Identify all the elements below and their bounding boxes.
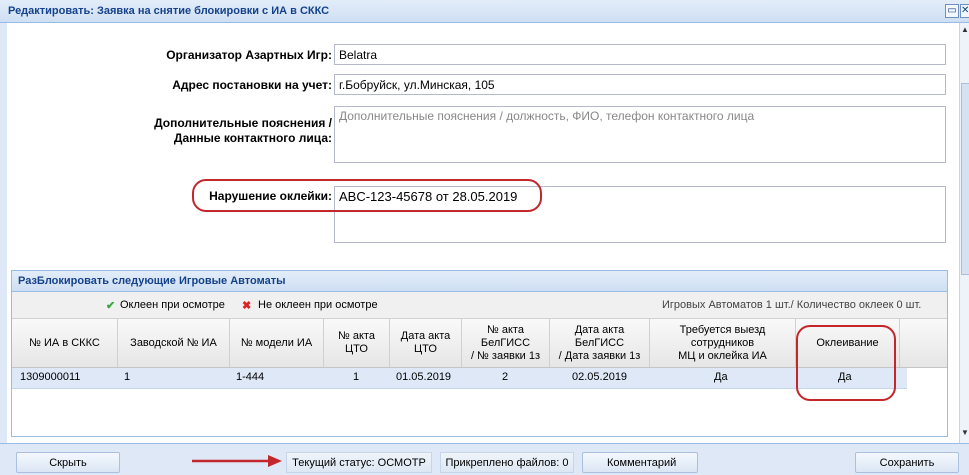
machines-panel: РазБлокировать следующие Игровые Автомат… [11,270,948,437]
col-header-cto-date[interactable]: Дата акта ЦТО [390,319,462,367]
scroll-thumb[interactable] [961,83,969,275]
scroll-down-icon[interactable]: ▼ [961,428,969,437]
col-header-visit-required[interactable]: Требуется выезд сотрудников МЦ и оклейка И… [650,319,796,367]
address-label: Адрес постановки на учет: [172,78,332,92]
highlight-oval-sealing [796,325,896,401]
organizer-label: Организатор Азартных Игр: [166,48,332,62]
legend-not-ok: Не оклеен при осмотре [258,299,378,311]
panel-summary: Игровых Автоматов 1 шт./ Количество окле… [662,299,922,311]
address-input[interactable] [334,74,946,95]
arrow-icon [192,455,282,467]
col-header-cto-act[interactable]: № акта ЦТО [324,319,390,367]
window-title: Редактировать: Заявка на снятие блокиров… [8,5,330,17]
col-header-factory-number[interactable]: Заводской № ИА [118,319,230,367]
vertical-scrollbar[interactable]: ▲ ▼ [959,23,969,443]
col-header-ia-skks[interactable]: № ИА в СККС [12,319,118,367]
table-row[interactable]: 1309000011 1 1-444 1 01.05.2019 2 02.05.… [12,368,907,389]
bottom-toolbar: Скрыть Текущий статус: ОСМОТР Прикреплен… [0,443,969,475]
attached-files-count: Прикреплено файлов: 0 [440,452,574,473]
organizer-input[interactable] [334,44,946,65]
window-titlebar: Редактировать: Заявка на снятие блокиров… [0,0,969,23]
hide-button[interactable]: Скрыть [16,452,120,473]
status-text: Текущий статус: ОСМОТР [286,452,432,473]
legend-ok: Оклеен при осмотре [120,299,225,311]
col-header-belgiss-date[interactable]: Дата акта БелГИСС / Дата заявки 1з [550,319,650,367]
scroll-up-icon[interactable]: ▲ [961,25,969,34]
cell-ia-skks: 1309000011 [20,371,81,383]
panel-toolbar: ✔ Оклеен при осмотре ✖ Не оклеен при осм… [12,292,947,319]
cell-visit-required: Да [714,371,728,383]
col-header-belgiss-act[interactable]: № акта БелГИСС / № заявки 1з [462,319,550,367]
panel-title: РазБлокировать следующие Игровые Автомат… [18,275,286,287]
notes-label-line2: Данные контактного лица: [173,131,332,145]
left-border [0,23,7,443]
check-icon: ✔ [106,300,116,312]
cell-cto-date: 01.05.2019 [396,371,452,383]
panel-header: РазБлокировать следующие Игровые Автомат… [12,271,947,292]
cell-factory-number: 1 [124,371,131,383]
cell-belgiss-date: 02.05.2019 [572,371,628,383]
col-header-model[interactable]: № модели ИА [230,319,324,367]
restore-icon[interactable]: ▭ [945,4,959,18]
cell-cto-act: 1 [353,371,360,383]
edit-window: Редактировать: Заявка на снятие блокиров… [0,0,969,475]
comment-button[interactable]: Комментарий [582,452,698,473]
highlight-oval-violation [192,179,542,212]
notes-textarea[interactable]: Дополнительные пояснения / должность, ФИ… [334,106,946,163]
cell-model: 1-444 [236,371,265,383]
notes-label-line1: Дополнительные пояснения / [154,116,332,130]
save-button[interactable]: Сохранить [855,452,959,473]
cross-icon: ✖ [242,300,252,312]
cell-belgiss-act: 2 [502,371,509,383]
close-icon[interactable]: ✕ [960,4,969,18]
notes-placeholder: Дополнительные пояснения / должность, ФИ… [339,109,755,123]
